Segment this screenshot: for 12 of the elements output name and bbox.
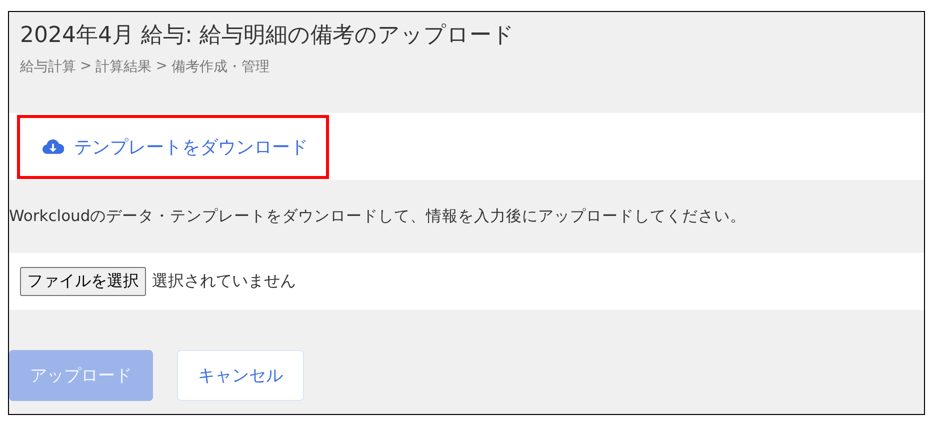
- page-title: 2024年4月 給与: 給与明細の備考のアップロード: [20, 22, 516, 50]
- instruction-text: Workcloudのデータ・テンプレートをダウンロードして、情報を入力後にアップロードしてください。: [9, 206, 748, 227]
- breadcrumb-separator: >: [156, 58, 168, 76]
- cancel-button[interactable]: キャンセル: [177, 350, 304, 401]
- breadcrumb-item[interactable]: 計算結果: [96, 58, 152, 76]
- breadcrumb-separator: >: [80, 58, 92, 76]
- cloud-download-icon: [42, 138, 64, 155]
- breadcrumb-item[interactable]: 給与計算: [20, 58, 76, 76]
- breadcrumb-item[interactable]: 備考作成・管理: [171, 58, 270, 76]
- file-status-text: 選択されていません: [152, 271, 296, 292]
- download-template-link[interactable]: テンプレートをダウンロード: [17, 114, 329, 178]
- choose-file-button[interactable]: ファイルを選択: [20, 267, 146, 296]
